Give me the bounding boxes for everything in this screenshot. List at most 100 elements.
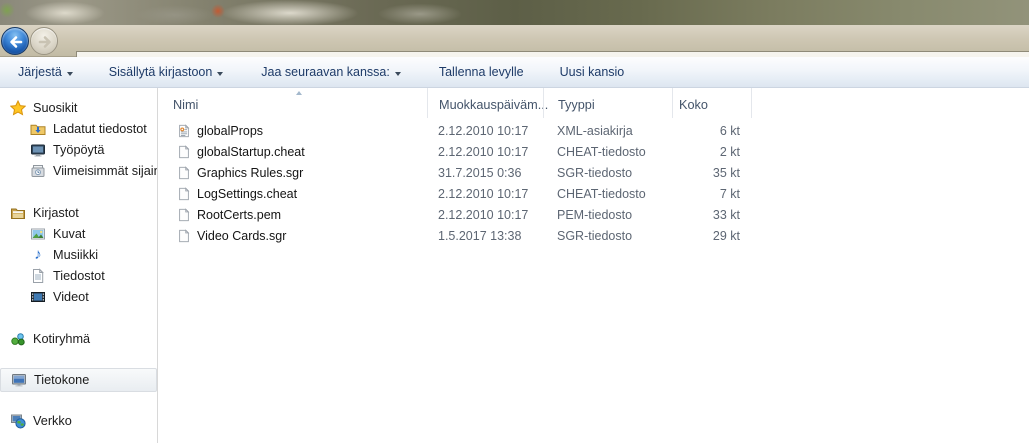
navigation-pane: Suosikit Ladatut tiedostot [0,88,158,443]
back-button[interactable] [1,27,29,55]
file-icon [177,208,191,222]
file-name: RootCerts.pem [197,208,281,222]
file-type: SGR-tiedosto [543,166,672,180]
file-list-pane: Nimi Muokkauspäiväm... Tyyppi Koko [158,88,1029,443]
chevron-down-icon [395,72,401,76]
back-arrow-icon [2,28,30,56]
file-name: globalProps [197,124,263,138]
sidebar-item-pictures[interactable]: Kuvat [0,223,157,244]
file-modified: 2.12.2010 10:17 [427,124,543,138]
file-size: 2 kt [672,145,752,159]
star-icon [10,100,26,116]
sidebar-section-computer[interactable]: Tietokone [0,368,157,392]
documents-icon [30,268,46,284]
sidebar-item-documents[interactable]: Tiedostot [0,265,157,286]
table-row[interactable]: RootCerts.pem 2.12.2010 10:17 PEM-tiedos… [158,204,1029,225]
file-size: 33 kt [672,208,752,222]
desktop-aero-blur-strip [0,0,1029,25]
sidebar-section-favorites[interactable]: Suosikit [0,97,157,118]
table-row[interactable]: globalProps 2.12.2010 10:17 XML-asiakirj… [158,120,1029,141]
sidebar-item-label: Viimeisimmät sijainni [53,164,158,178]
downloads-folder-icon [30,121,46,137]
file-size: 7 kt [672,187,752,201]
file-size: 35 kt [672,166,752,180]
burn-to-disc-label: Tallenna levylle [439,65,524,79]
sidebar-section-network[interactable]: Verkko [0,410,157,431]
share-with-label: Jaa seuraavan kanssa: [261,65,390,79]
include-in-library-button[interactable]: Sisällytä kirjastoon [103,61,230,83]
burn-to-disc-button[interactable]: Tallenna levylle [433,61,530,83]
organize-menu-label: Järjestä [18,65,62,79]
file-icon [177,145,191,159]
file-rows: globalProps 2.12.2010 10:17 XML-asiakirj… [158,120,1029,246]
sidebar-section-label: Suosikit [33,101,77,115]
command-toolbar: Järjestä Sisällytä kirjastoon Jaa seuraa… [0,57,1029,88]
navigation-band: Tietokone Paikallinen levy (C:) Program … [0,25,1029,57]
new-folder-button[interactable]: Uusi kansio [554,61,631,83]
file-name: globalStartup.cheat [197,145,305,159]
file-size: 6 kt [672,124,752,138]
file-name: Video Cards.sgr [197,229,286,243]
column-header-type[interactable]: Tyyppi [543,88,672,118]
recent-places-icon [30,163,46,179]
column-header-modified[interactable]: Muokkauspäiväm... [427,88,543,118]
sidebar-item-downloads[interactable]: Ladatut tiedostot [0,118,157,139]
videos-icon [30,289,46,305]
file-type: CHEAT-tiedosto [543,145,672,159]
file-type: XML-asiakirja [543,124,672,138]
table-row[interactable]: LogSettings.cheat 2.12.2010 10:17 CHEAT-… [158,183,1029,204]
music-note-icon: ♪ [30,247,46,263]
file-modified: 2.12.2010 10:17 [427,208,543,222]
content-area: Suosikit Ladatut tiedostot [0,88,1029,443]
sidebar-section-label: Kirjastot [33,206,79,220]
file-icon [177,166,191,180]
file-type: PEM-tiedosto [543,208,672,222]
file-modified: 31.7.2015 0:36 [427,166,543,180]
share-with-button[interactable]: Jaa seuraavan kanssa: [255,61,407,83]
file-modified: 1.5.2017 13:38 [427,229,543,243]
column-headers: Nimi Muokkauspäiväm... Tyyppi Koko [158,88,1029,118]
file-name: Graphics Rules.sgr [197,166,303,180]
sidebar-section-label: Tietokone [34,373,89,387]
file-modified: 2.12.2010 10:17 [427,145,543,159]
pictures-icon [30,226,46,242]
column-header-name[interactable]: Nimi [158,88,427,118]
sidebar-item-label: Musiikki [53,248,98,262]
desktop-icon [30,142,46,158]
homegroup-icon [10,331,26,347]
file-icon [177,187,191,201]
network-icon [10,413,26,429]
organize-menu-button[interactable]: Järjestä [12,61,79,83]
file-type: SGR-tiedosto [543,229,672,243]
file-name: LogSettings.cheat [197,187,297,201]
file-size: 29 kt [672,229,752,243]
forward-button[interactable] [30,27,58,55]
sidebar-section-homegroup[interactable]: Kotiryhmä [0,328,157,349]
file-icon [177,229,191,243]
sidebar-item-label: Työpöytä [53,143,105,157]
include-in-library-label: Sisällytä kirjastoon [109,65,213,79]
libraries-icon [10,205,26,221]
sidebar-section-label: Kotiryhmä [33,332,90,346]
sidebar-item-videos[interactable]: Videot [0,286,157,307]
file-type: CHEAT-tiedosto [543,187,672,201]
chevron-down-icon [67,72,73,76]
sidebar-item-label: Kuvat [53,227,85,241]
table-row[interactable]: Graphics Rules.sgr 31.7.2015 0:36 SGR-ti… [158,162,1029,183]
sidebar-item-recent-places[interactable]: Viimeisimmät sijainni [0,160,157,181]
sidebar-section-label: Verkko [33,414,72,428]
chevron-down-icon [217,72,223,76]
table-row[interactable]: globalStartup.cheat 2.12.2010 10:17 CHEA… [158,141,1029,162]
sidebar-item-desktop[interactable]: Työpöytä [0,139,157,160]
sidebar-section-libraries[interactable]: Kirjastot [0,202,157,223]
file-modified: 2.12.2010 10:17 [427,187,543,201]
forward-arrow-icon [31,28,59,56]
column-header-size[interactable]: Koko [672,88,752,118]
sidebar-item-label: Videot [53,290,89,304]
table-row[interactable]: Video Cards.sgr 1.5.2017 13:38 SGR-tiedo… [158,225,1029,246]
sidebar-item-music[interactable]: ♪ Musiikki [0,244,157,265]
xml-document-icon [177,124,191,138]
computer-icon [11,372,27,388]
explorer-window: Tietokone Paikallinen levy (C:) Program … [0,0,1029,443]
new-folder-label: Uusi kansio [560,65,625,79]
